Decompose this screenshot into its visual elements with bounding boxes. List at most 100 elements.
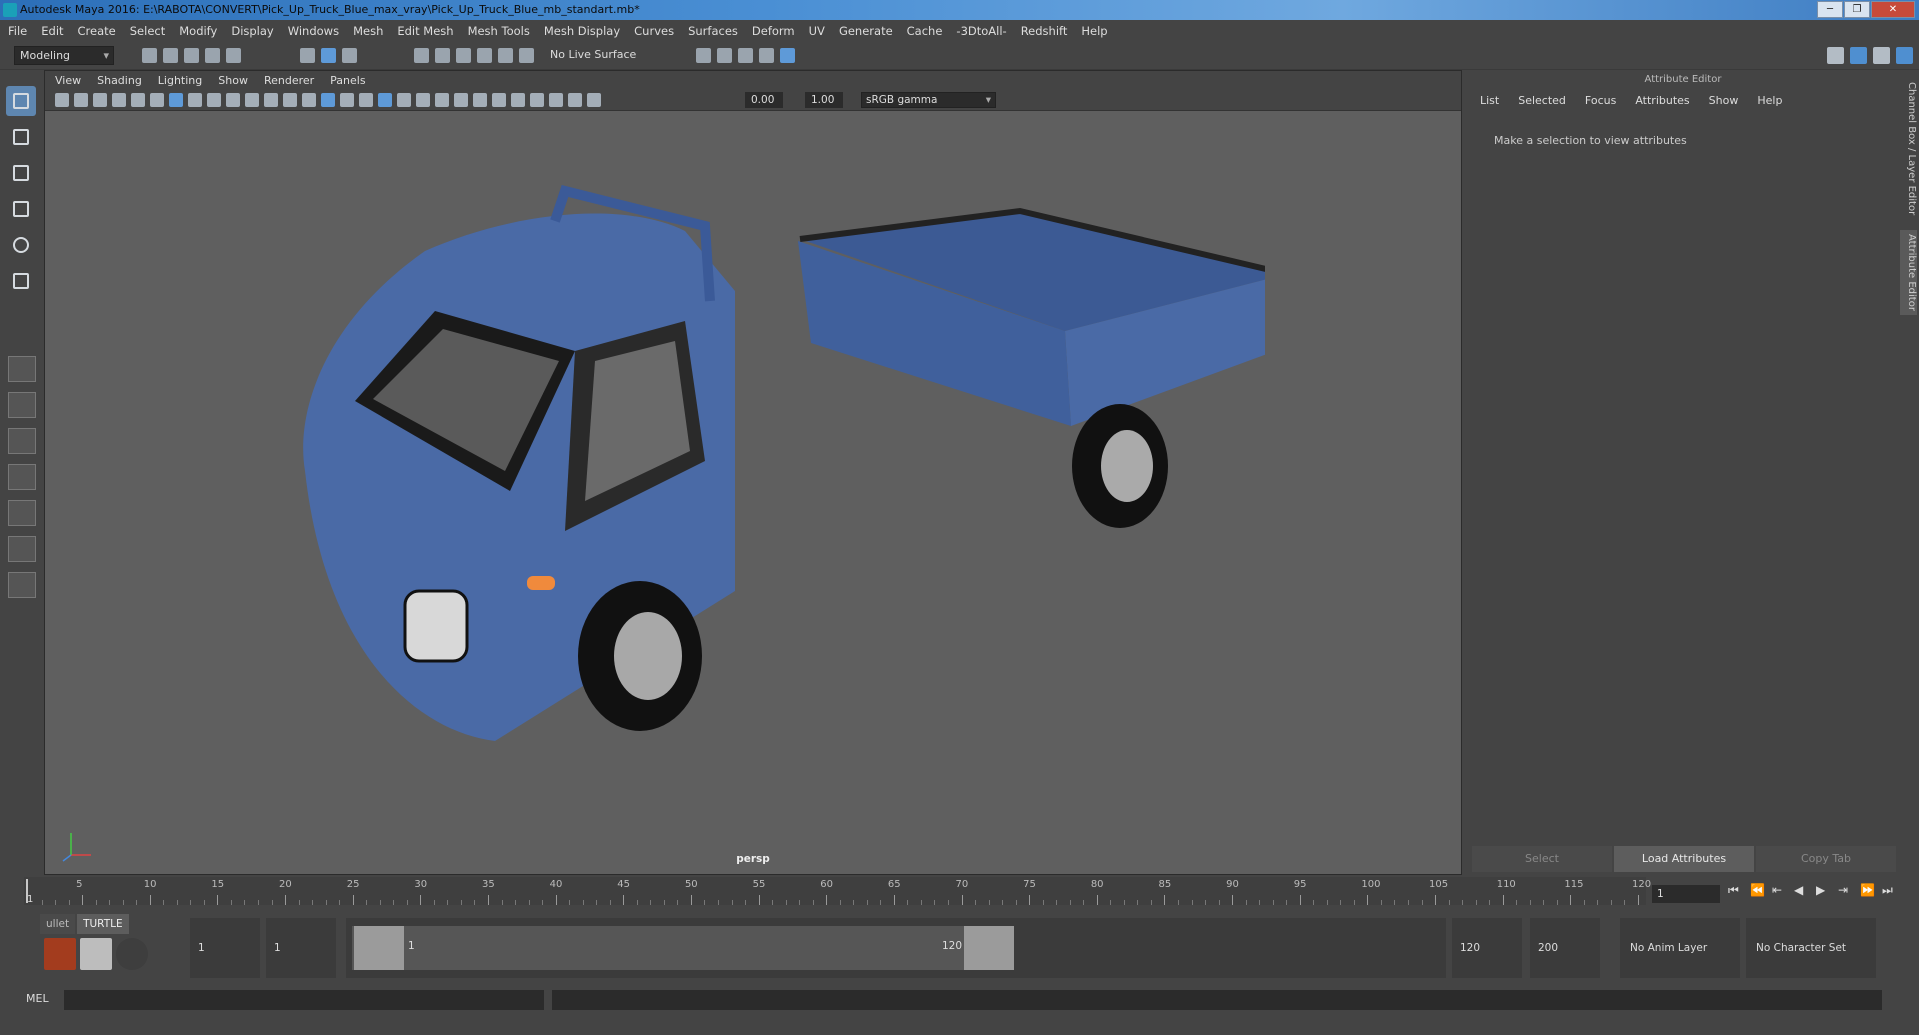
close-button[interactable]: ✕ — [1871, 1, 1915, 18]
ae-menu-selected[interactable]: Selected — [1518, 94, 1566, 107]
menu-mesh-tools[interactable]: Mesh Tools — [468, 24, 530, 38]
grid-icon[interactable] — [169, 93, 183, 107]
menu-uv[interactable]: UV — [809, 24, 825, 38]
render-settings-icon[interactable] — [759, 48, 774, 63]
field-chart-icon[interactable] — [245, 93, 259, 107]
gamma-field[interactable]: 1.00 — [805, 92, 843, 108]
ae-menu-list[interactable]: List — [1480, 94, 1499, 107]
select-hierarchy-icon[interactable] — [300, 48, 315, 63]
range-start-handle[interactable] — [354, 926, 404, 970]
script-language-label[interactable]: MEL — [26, 992, 49, 1005]
turtle-bake-icon[interactable] — [80, 938, 112, 970]
range-end-handle[interactable] — [964, 926, 1014, 970]
ae-menu-help[interactable]: Help — [1757, 94, 1782, 107]
persp-outliner-layout-button[interactable] — [8, 428, 36, 454]
grease-pencil-icon[interactable] — [150, 93, 164, 107]
shadows-icon[interactable] — [416, 93, 430, 107]
undo-icon[interactable] — [205, 48, 220, 63]
textured-icon[interactable] — [378, 93, 392, 107]
menu-surfaces[interactable]: Surfaces — [688, 24, 738, 38]
isolate-select-icon[interactable] — [511, 93, 525, 107]
animation-end-field[interactable]: 200 — [1530, 918, 1600, 978]
save-scene-icon[interactable] — [184, 48, 199, 63]
persp-graph-layout-button[interactable] — [8, 464, 36, 490]
depth-of-field-icon[interactable] — [492, 93, 506, 107]
smooth-shade-icon[interactable] — [321, 93, 335, 107]
safe-action-icon[interactable] — [264, 93, 278, 107]
snap-grid-icon[interactable] — [414, 48, 429, 63]
step-back-icon[interactable]: ⏪ — [1750, 884, 1765, 897]
ipr-render-icon[interactable] — [738, 48, 753, 63]
tab-attribute-editor[interactable]: Attribute Editor — [1900, 230, 1917, 315]
time-slider[interactable]: 5 10 15 20 25 30 35 40 45 50 55 60 65 70 75 80 85 90 95 100… — [24, 877, 1651, 905]
turtle-sphere-icon[interactable] — [116, 938, 148, 970]
menu-redshift[interactable]: Redshift — [1021, 24, 1068, 38]
camera-select-icon[interactable] — [55, 93, 69, 107]
play-forwards-icon[interactable]: ▶ — [1816, 884, 1829, 897]
menu-curves[interactable]: Curves — [634, 24, 674, 38]
go-to-end-icon[interactable]: ⏭ — [1882, 884, 1895, 897]
menu-deform[interactable]: Deform — [752, 24, 795, 38]
copy-tab-button[interactable]: Copy Tab — [1756, 846, 1896, 872]
minimize-button[interactable]: ─ — [1817, 1, 1843, 18]
menu-3dtoall[interactable]: -3DtoAll- — [956, 24, 1006, 38]
new-scene-icon[interactable] — [142, 48, 157, 63]
play-backwards-icon[interactable]: ◀ — [1794, 884, 1807, 897]
select-object-icon[interactable] — [321, 48, 336, 63]
redo-icon[interactable] — [226, 48, 241, 63]
viewport-menu-panels[interactable]: Panels — [330, 74, 365, 87]
move-tool[interactable] — [6, 194, 36, 224]
single-perspective-layout-button[interactable] — [8, 356, 36, 382]
render-current-icon[interactable] — [717, 48, 732, 63]
resolution-gate-icon[interactable] — [207, 93, 221, 107]
render-view-icon[interactable] — [696, 48, 711, 63]
camera-attributes-icon[interactable] — [74, 93, 88, 107]
menu-create[interactable]: Create — [78, 24, 116, 38]
menu-modify[interactable]: Modify — [179, 24, 217, 38]
turtle-render-icon[interactable] — [44, 938, 76, 970]
restore-button[interactable]: ❐ — [1844, 1, 1870, 18]
viewport-menu-lighting[interactable]: Lighting — [158, 74, 202, 87]
paint-select-tool[interactable] — [6, 158, 36, 188]
ae-menu-show[interactable]: Show — [1709, 94, 1739, 107]
viewport-menu-show[interactable]: Show — [218, 74, 248, 87]
use-default-material-icon[interactable] — [340, 93, 354, 107]
image-plane-icon[interactable] — [112, 93, 126, 107]
playback-end-field[interactable]: 120 — [1452, 918, 1522, 978]
lasso-tool[interactable] — [6, 122, 36, 152]
animation-start-field[interactable]: 1 — [190, 918, 260, 978]
menu-cache[interactable]: Cache — [907, 24, 943, 38]
ae-menu-focus[interactable]: Focus — [1585, 94, 1616, 107]
channel-box-toggle-icon[interactable] — [1896, 47, 1913, 64]
live-surface-field[interactable]: No Live Surface — [550, 48, 636, 61]
scale-tool[interactable] — [6, 266, 36, 296]
mode-selector[interactable]: Modeling — [14, 46, 114, 65]
use-all-lights-icon[interactable] — [397, 93, 411, 107]
step-forward-key-icon[interactable]: ⇥ — [1838, 884, 1851, 897]
playback-start-field[interactable]: 1 — [266, 918, 336, 978]
wireframe-on-shaded-icon[interactable] — [359, 93, 373, 107]
select-component-icon[interactable] — [342, 48, 357, 63]
mel-command-input[interactable] — [64, 990, 544, 1010]
motion-blur-icon[interactable] — [454, 93, 468, 107]
select-tool[interactable] — [6, 86, 36, 116]
menu-select[interactable]: Select — [130, 24, 165, 38]
wireframe-icon[interactable] — [302, 93, 316, 107]
anim-layer-dropdown[interactable]: No Anim Layer — [1620, 918, 1740, 978]
shelf-tab-bullet[interactable]: ullet — [40, 914, 76, 934]
safe-title-icon[interactable] — [283, 93, 297, 107]
tab-channel-box-layer-editor[interactable]: Channel Box / Layer Editor — [1900, 78, 1917, 219]
step-forward-icon[interactable]: ⏩ — [1860, 884, 1875, 897]
character-set-dropdown[interactable]: No Character Set — [1746, 918, 1876, 978]
exposure-icon[interactable] — [587, 93, 601, 107]
snap-view-icon[interactable] — [477, 48, 492, 63]
load-attributes-button[interactable]: Load Attributes — [1614, 846, 1754, 872]
four-view-layout-button[interactable] — [8, 392, 36, 418]
viewport-menu-shading[interactable]: Shading — [97, 74, 142, 87]
viewport-menu-view[interactable]: View — [55, 74, 81, 87]
range-slider-bar[interactable] — [352, 926, 1012, 970]
viewport-menu-renderer[interactable]: Renderer — [264, 74, 314, 87]
menu-edit[interactable]: Edit — [41, 24, 63, 38]
step-back-key-icon[interactable]: ⇤ — [1772, 884, 1785, 897]
menu-help[interactable]: Help — [1081, 24, 1107, 38]
